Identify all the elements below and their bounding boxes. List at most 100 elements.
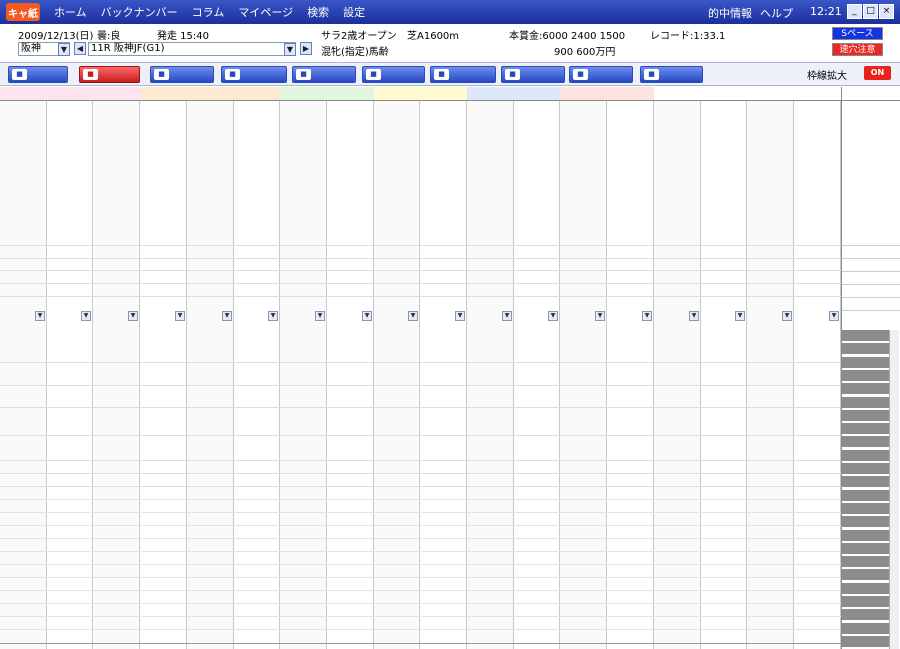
menu-mypage[interactable]: マイページ <box>238 4 293 20</box>
cell-trainer <box>560 270 607 282</box>
forecast-mark[interactable] <box>607 310 642 322</box>
record-field <box>420 577 467 589</box>
cell-trainer <box>794 270 841 282</box>
record-field <box>420 564 467 576</box>
distance-aptitude <box>467 362 514 374</box>
mark-dropdown-icon[interactable]: ▼ <box>455 311 465 321</box>
column-header <box>560 87 607 101</box>
race-dropdown-icon[interactable]: ▼ <box>284 43 296 56</box>
forecast-mark[interactable] <box>140 310 175 322</box>
close-button[interactable]: × <box>879 4 894 19</box>
record-field <box>607 577 654 589</box>
menu-backnumber[interactable]: バックナンバー <box>101 4 178 20</box>
forecast-mark[interactable] <box>280 310 315 322</box>
mark-dropdown-icon[interactable]: ▼ <box>782 311 792 321</box>
forecast-mark[interactable] <box>467 310 502 322</box>
toolbar-button-1[interactable]: ■ <box>79 66 140 83</box>
forecast-mark[interactable] <box>0 310 35 322</box>
mark-dropdown-icon[interactable]: ▼ <box>408 311 418 321</box>
forecast-mark[interactable] <box>514 310 548 322</box>
forecast-mark[interactable] <box>234 310 268 322</box>
minimize-button[interactable]: _ <box>847 4 862 19</box>
menu-search[interactable]: 検索 <box>307 4 329 20</box>
forecast-mark[interactable] <box>374 310 408 322</box>
toolbar-button-5[interactable]: ■ <box>362 66 425 83</box>
forecast-mark[interactable] <box>47 310 81 322</box>
mark-dropdown-icon[interactable]: ▼ <box>548 311 558 321</box>
record-field <box>47 525 93 537</box>
forecast-mark[interactable] <box>747 310 782 322</box>
menu-column[interactable]: コラム <box>192 4 225 20</box>
mark-dropdown-icon[interactable]: ▼ <box>362 311 372 321</box>
breeder <box>47 473 93 483</box>
toolbar-button-6[interactable]: ■ <box>430 66 496 83</box>
cell-trainer <box>654 270 701 282</box>
mark-dropdown-icon[interactable]: ▼ <box>81 311 91 321</box>
forecast-mark[interactable] <box>187 310 222 322</box>
mark-dropdown-icon[interactable]: ▼ <box>128 311 138 321</box>
race-select[interactable]: 11R 阪神JF(G1) <box>88 42 296 56</box>
forecast-mark[interactable] <box>93 310 128 322</box>
label-horse-header <box>842 103 900 153</box>
record-field <box>0 577 47 589</box>
cell-jockey <box>47 258 93 270</box>
forecast-mark[interactable] <box>794 310 829 322</box>
record-field <box>280 538 327 550</box>
toolbar-button-7[interactable]: ■ <box>501 66 565 83</box>
mark-dropdown-icon[interactable]: ▼ <box>35 311 45 321</box>
toolbar-button-9[interactable]: ■ <box>640 66 703 83</box>
mark-dropdown-icon[interactable]: ▼ <box>689 311 699 321</box>
toolbar-button-3[interactable]: ■ <box>221 66 287 83</box>
forecast-mark[interactable] <box>560 310 595 322</box>
mark-dropdown-icon[interactable]: ▼ <box>642 311 652 321</box>
frame-expand-toggle[interactable]: ON <box>864 66 891 80</box>
distance-aptitude <box>374 362 420 374</box>
menu-hit-info[interactable]: 的中情報 <box>708 5 752 21</box>
mark-dropdown-icon[interactable]: ▼ <box>829 311 839 321</box>
next-race-icon[interactable]: ▶ <box>300 42 312 55</box>
forecast-mark[interactable] <box>701 310 735 322</box>
toolbar-button-2[interactable]: ■ <box>150 66 214 83</box>
menu-home[interactable]: ホーム <box>54 4 87 20</box>
prev-race-icon[interactable]: ◀ <box>74 42 86 55</box>
menu-settings[interactable]: 設定 <box>343 4 365 20</box>
owner <box>234 460 280 470</box>
record-field <box>187 577 234 589</box>
toolbar-button-0[interactable]: ■ <box>8 66 68 83</box>
vertical-scrollbar[interactable] <box>889 330 899 649</box>
cell-trainer <box>467 270 514 282</box>
forecast-mark[interactable] <box>654 310 689 322</box>
cell-trainer <box>47 270 93 282</box>
label-side-19 <box>842 582 890 595</box>
quick-badge[interactable]: 速穴注意 <box>832 43 883 56</box>
cell-jockey <box>514 258 560 270</box>
record-field <box>140 629 187 641</box>
mark-dropdown-icon[interactable]: ▼ <box>595 311 605 321</box>
mark-dropdown-icon[interactable]: ▼ <box>268 311 278 321</box>
mark-dropdown-icon[interactable]: ▼ <box>502 311 512 321</box>
mark-dropdown-icon[interactable]: ▼ <box>175 311 185 321</box>
toolbar-button-4[interactable]: ■ <box>292 66 356 83</box>
mark-dropdown-icon[interactable]: ▼ <box>735 311 745 321</box>
record-field <box>93 538 140 550</box>
jockey-record <box>234 486 280 496</box>
label-side-13 <box>842 502 890 515</box>
cell-body <box>374 283 420 295</box>
maximize-button[interactable]: □ <box>863 4 878 19</box>
coat-prize <box>560 407 607 417</box>
mark-dropdown-icon[interactable]: ▼ <box>222 311 232 321</box>
toolbar-button-8[interactable]: ■ <box>569 66 633 83</box>
record-field <box>560 512 607 524</box>
column-header <box>374 87 420 101</box>
bottom-venue <box>140 643 187 649</box>
distance-aptitude <box>234 362 280 374</box>
mark-dropdown-icon[interactable]: ▼ <box>315 311 325 321</box>
record-field <box>0 499 47 511</box>
space-badge[interactable]: Sペース <box>832 27 883 40</box>
menu-help[interactable]: ヘルプ <box>760 5 793 21</box>
forecast-mark[interactable] <box>420 310 455 322</box>
forecast-mark[interactable] <box>327 310 362 322</box>
record-field <box>187 499 234 511</box>
bottom-venue <box>467 643 514 649</box>
venue-dropdown-icon[interactable]: ▼ <box>58 43 70 56</box>
